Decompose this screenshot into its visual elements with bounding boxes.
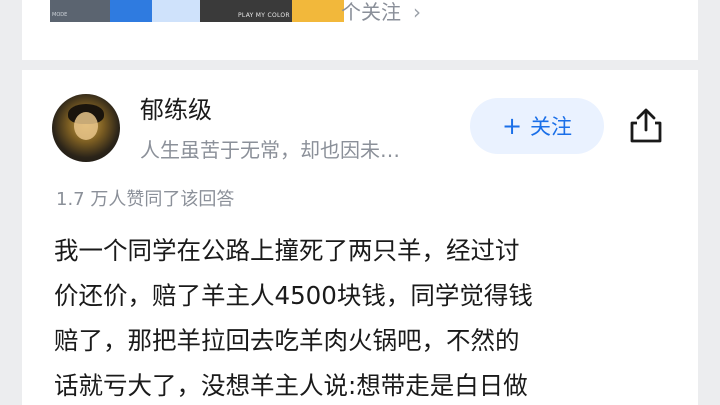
answer-body[interactable]: 我一个同学在公路上撞死了两只羊，经过讨 价还价，赔了羊主人4500块钱，同学觉得… xyxy=(54,228,674,405)
follow-button-label: 关注 xyxy=(530,115,573,139)
answer-line: 话就亏大了，没想羊主人说:想带走是白日做 xyxy=(54,371,528,400)
follow-count-text: 个关注 xyxy=(341,0,401,24)
banner-segment-2[interactable] xyxy=(110,0,152,22)
chevron-right-icon: › xyxy=(413,0,421,24)
answer-line: 价还价，赔了羊主人4500块钱，同学觉得钱 xyxy=(54,281,533,310)
left-gutter xyxy=(0,0,22,405)
likes-count: 1.7 万人赞同了该回答 xyxy=(56,189,235,210)
avatar-face-shape xyxy=(74,112,98,140)
banner-caption: PLAY MY COLOR xyxy=(238,12,290,19)
follow-button[interactable]: + 关注 xyxy=(470,98,604,154)
card-separator xyxy=(22,60,698,70)
banner-segment-1[interactable] xyxy=(50,0,110,22)
plus-icon: + xyxy=(501,112,523,140)
banner-segment-3[interactable] xyxy=(152,0,200,22)
right-gutter xyxy=(698,0,720,405)
follow-count-link[interactable]: 个关注 › xyxy=(341,0,421,24)
answer-line: 赔了，那把羊拉回去吃羊肉火锅吧，不然的 xyxy=(54,326,520,355)
banner-segment-5[interactable] xyxy=(292,0,344,22)
author-bio: 人生虽苦于无常，却也因未… xyxy=(140,138,400,162)
answer-line: 我一个同学在公路上撞死了两只羊，经过讨 xyxy=(54,236,520,265)
screen: MODE PLAY MY COLOR 个关注 › 郁练级 人生虽苦于无常，却也因未… xyxy=(0,0,720,405)
banner-small-text: MODE xyxy=(52,12,68,18)
share-icon[interactable] xyxy=(626,106,666,146)
author-name[interactable]: 郁练级 xyxy=(140,90,212,125)
avatar[interactable] xyxy=(52,94,120,162)
